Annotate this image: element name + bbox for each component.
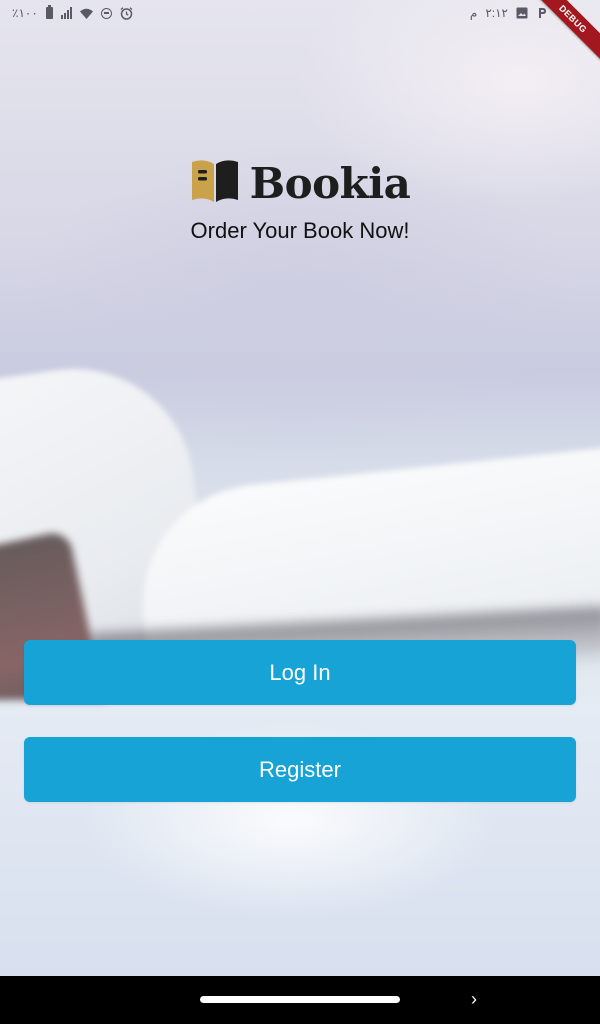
- tagline: Order Your Book Now!: [190, 218, 410, 243]
- system-navigation-bar: ›: [0, 976, 600, 1024]
- status-right-group: م ٢:١٢: [470, 6, 548, 20]
- parking-notification-icon: [536, 7, 548, 19]
- do-not-disturb-icon: [100, 7, 112, 19]
- app-logo: Bookia: [0, 155, 600, 211]
- home-gesture-handle[interactable]: [200, 996, 400, 1003]
- background-book-photo: [0, 0, 600, 976]
- login-button[interactable]: Log In: [24, 640, 576, 705]
- status-left-group: ٪١٠٠: [12, 5, 133, 20]
- status-time: ٢:١٢: [485, 6, 508, 20]
- battery-percent: ٪١٠٠: [12, 6, 38, 20]
- register-button[interactable]: Register: [24, 737, 576, 802]
- status-bar: ٪١٠٠ م ٢:١٢: [0, 0, 600, 26]
- battery-icon: [45, 5, 53, 19]
- alarm-icon: [120, 6, 133, 20]
- status-time-suffix: م: [469, 6, 478, 20]
- app-name: Bookia: [249, 158, 411, 208]
- wifi-icon: [79, 8, 93, 19]
- nav-forward-chevron-icon[interactable]: ›: [466, 989, 482, 1009]
- open-book-icon: [190, 158, 240, 209]
- cell-signal-icon: [60, 7, 72, 19]
- image-notification-icon: [516, 7, 528, 19]
- welcome-screen: ٪١٠٠ م ٢:١٢ DEBUG Bookia Order Your Book…: [0, 0, 600, 1024]
